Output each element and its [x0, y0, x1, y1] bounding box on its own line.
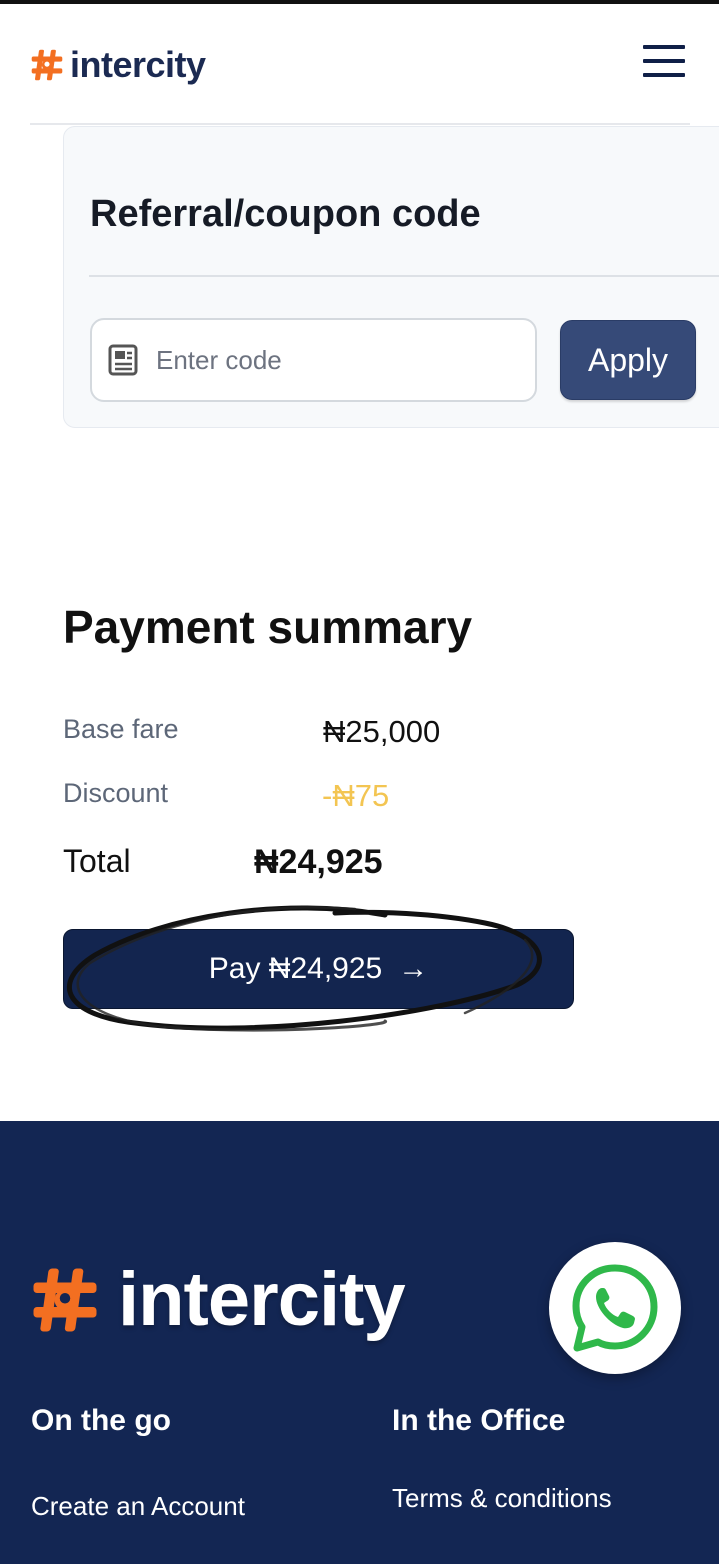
footer-brand-logo[interactable]: intercity	[30, 1256, 406, 1343]
hamburger-menu-icon[interactable]	[641, 45, 687, 79]
discount-value: -₦75	[322, 778, 390, 813]
base-fare-value: ₦25,000	[323, 714, 441, 749]
brand-name: intercity	[70, 44, 206, 85]
base-fare-label: Base fare	[63, 714, 179, 744]
pay-button-label: Pay ₦24,925	[208, 952, 383, 985]
apply-button[interactable]: Apply	[560, 320, 696, 400]
header-divider	[30, 123, 690, 125]
coupon-divider	[89, 275, 719, 277]
whatsapp-button[interactable]	[549, 1242, 681, 1374]
receipt-icon	[108, 344, 138, 376]
site-footer: intercity On the go In the Office Create…	[0, 1121, 719, 1564]
coupon-code-field[interactable]	[90, 318, 537, 402]
discount-label: Discount	[63, 778, 169, 808]
coupon-title: Referral/coupon code	[90, 193, 481, 235]
hash-logo-icon	[31, 49, 63, 81]
footer-brand-name: intercity	[118, 1257, 406, 1342]
payment-summary-title: Payment summary	[63, 601, 473, 653]
brand-logo[interactable]: intercity	[30, 44, 206, 86]
coupon-card: Referral/coupon code Apply	[63, 126, 719, 428]
whatsapp-icon	[572, 1264, 658, 1352]
hash-logo-icon	[33, 1268, 97, 1331]
arrow-right-icon: →	[398, 952, 429, 985]
coupon-code-input[interactable]	[156, 344, 516, 376]
footer-col-on-the-go-title: On the go	[31, 1404, 171, 1437]
total-value: ₦24,925	[254, 843, 383, 881]
total-label: Total	[63, 843, 131, 879]
site-header: intercity	[0, 4, 719, 116]
pay-button[interactable]: Pay ₦24,925 →	[63, 929, 574, 1009]
footer-col-in-the-office-title: In the Office	[392, 1404, 566, 1437]
footer-link-terms[interactable]: Terms & conditions	[392, 1483, 612, 1514]
footer-link-create-account[interactable]: Create an Account	[31, 1491, 245, 1522]
